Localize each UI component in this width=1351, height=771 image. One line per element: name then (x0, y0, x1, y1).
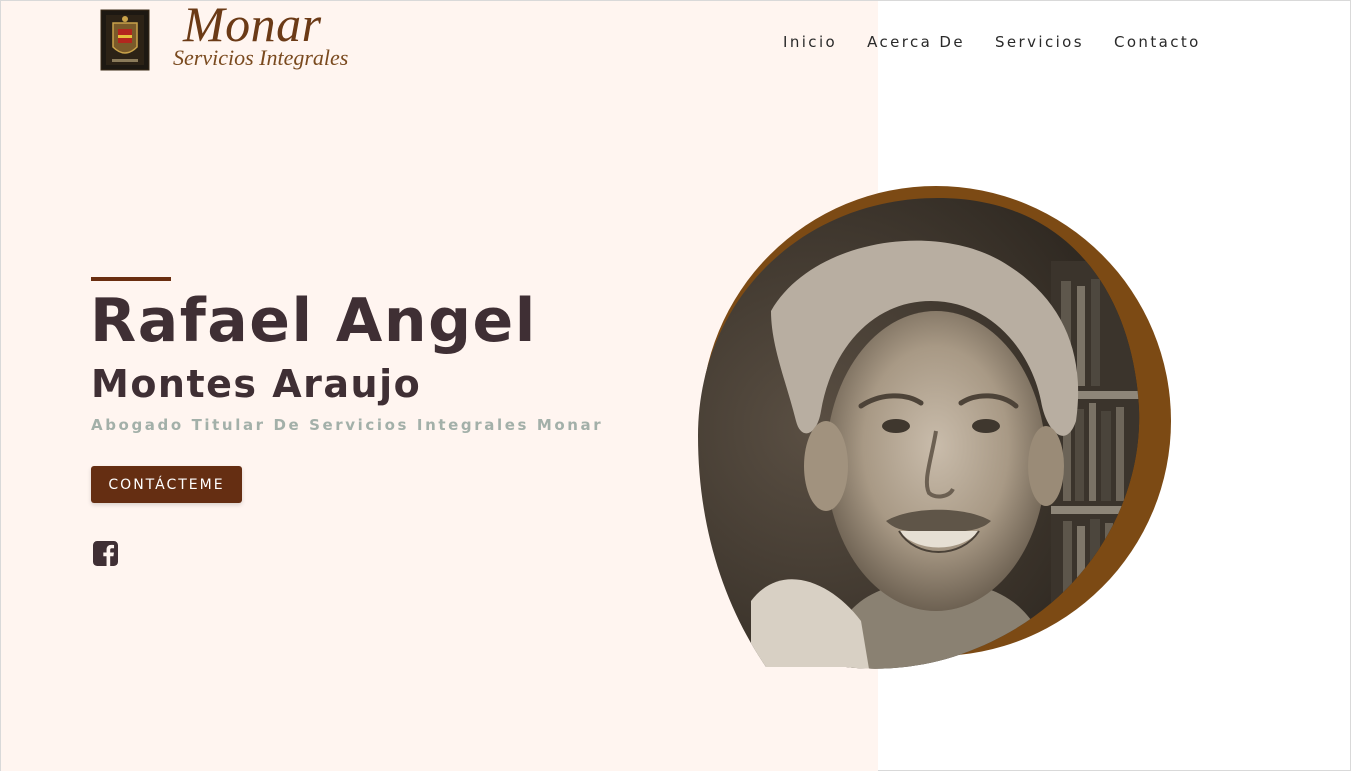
hero-last-name: Montes Araujo (91, 362, 422, 406)
nav-item-acerca-de[interactable]: Acerca De (867, 33, 965, 51)
contact-me-button[interactable]: CONTÁCTEME (91, 466, 242, 503)
brand-name[interactable]: Monar (183, 0, 322, 49)
hero-role: Abogado Titular De Servicios Integrales … (91, 416, 604, 434)
nav-item-contacto[interactable]: Contacto (1114, 33, 1201, 51)
crest-logo-icon[interactable] (100, 9, 150, 71)
main-nav: Inicio Acerca De Servicios Contacto (783, 33, 1201, 51)
heading-accent-line (91, 277, 171, 281)
hero-first-name: Rafael Angel (90, 286, 537, 356)
nav-item-inicio[interactable]: Inicio (783, 33, 837, 51)
portrait-photo (698, 186, 1171, 669)
nav-item-servicios[interactable]: Servicios (995, 33, 1084, 51)
facebook-square-icon[interactable] (93, 541, 118, 566)
site-header: Monar Servicios Integrales Inicio Acerca… (1, 0, 1350, 81)
brand-tagline: Servicios Integrales (173, 45, 349, 70)
